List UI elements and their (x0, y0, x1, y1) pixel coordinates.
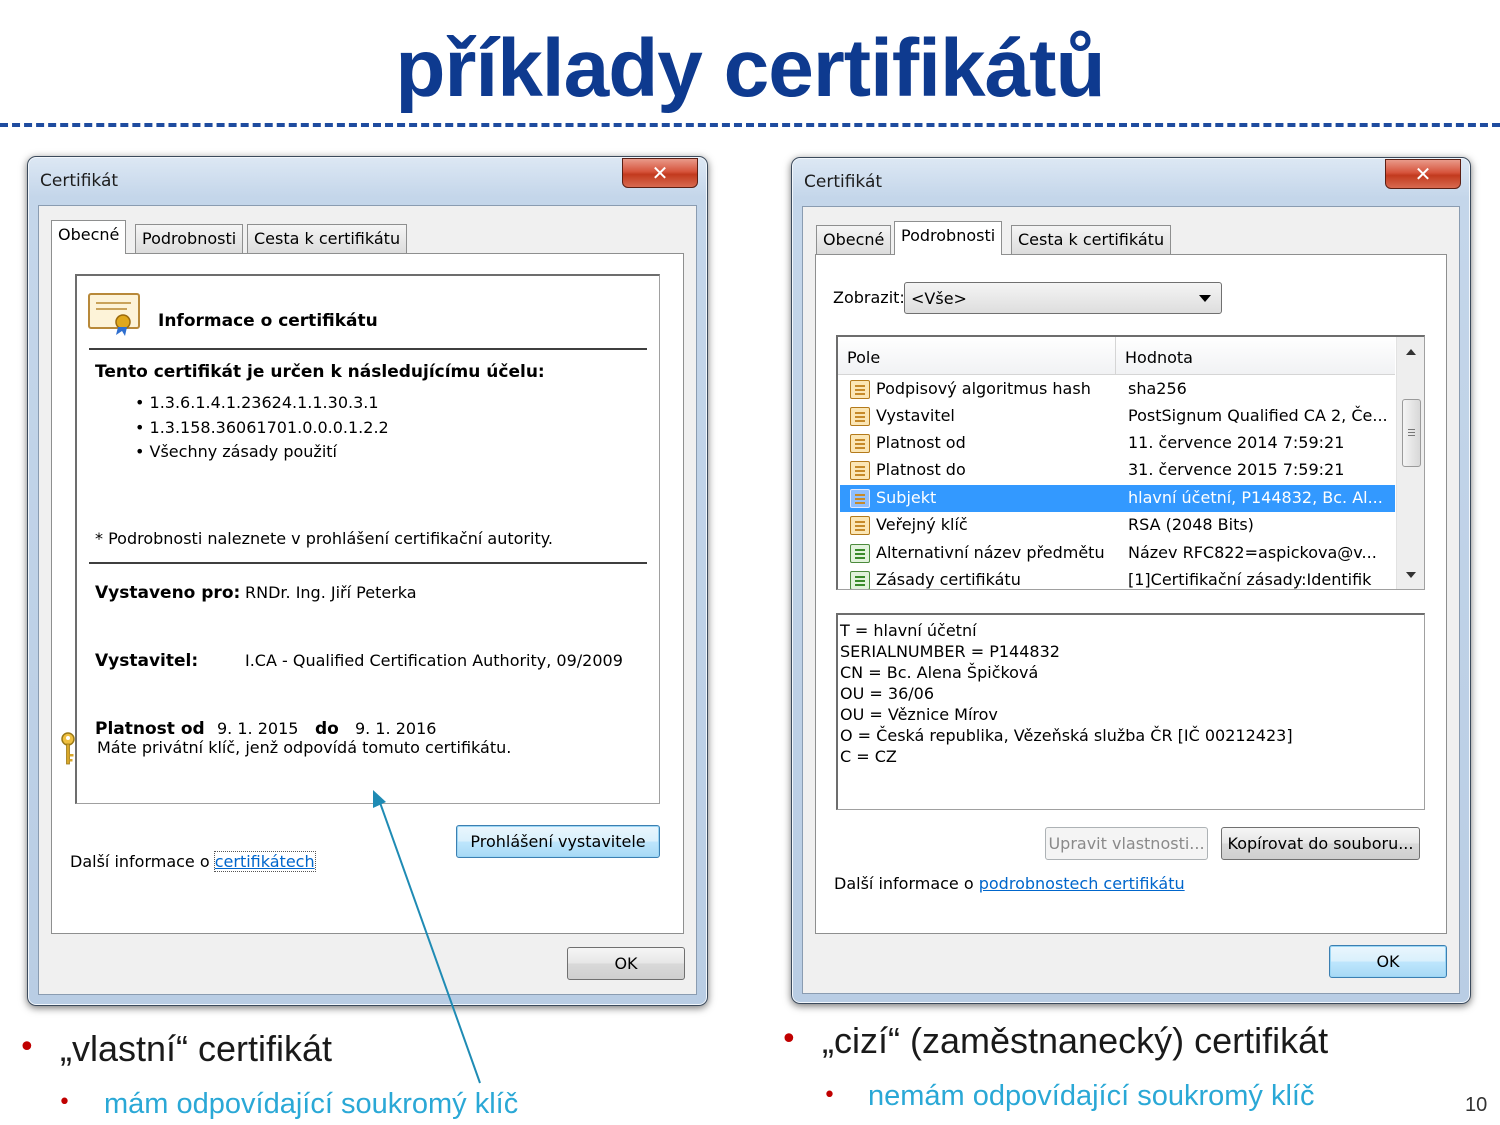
bullet-own-certificate: „vlastní“ certifikát (60, 1028, 333, 1069)
bullet-dot: • (18, 1030, 36, 1065)
bullet-dot: • (58, 1090, 71, 1115)
annotation-arrow (373, 790, 481, 1084)
bullet-foreign-certificate: „cizí“ (zaměstnanecký) certifikát (822, 1020, 1329, 1061)
page-number: 10 (1465, 1094, 1488, 1116)
sub-bullet-foreign-certificate: nemám odpovídající soukromý klíč (868, 1080, 1315, 1112)
tab-general[interactable]: Obecné (51, 220, 127, 254)
sub-bullet-own-certificate: mám odpovídající soukromý klíč (104, 1088, 519, 1120)
tab-details[interactable]: Podrobnosti (894, 221, 1003, 255)
bullet-dot: • (780, 1022, 798, 1057)
bullet-dot: • (823, 1083, 836, 1108)
